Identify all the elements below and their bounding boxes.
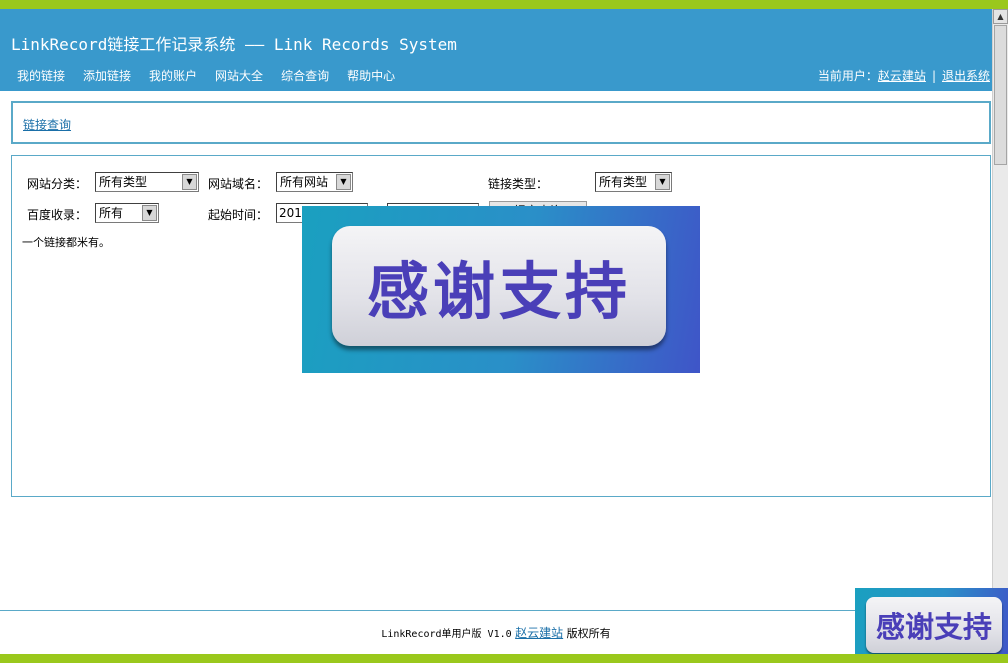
current-user-link[interactable]: 赵云建站 <box>878 69 926 83</box>
thanks-corner-text: 感谢支持 <box>875 610 992 644</box>
nav-item-search[interactable]: 综合查询 <box>281 67 329 84</box>
nav-item-add-link[interactable]: 添加链接 <box>83 67 131 84</box>
bottom-accent-bar <box>0 654 1008 663</box>
thanks-overlay-banner: 感谢支持 <box>302 206 700 373</box>
scrollbar-thumb[interactable] <box>994 25 1007 165</box>
thanks-overlay-text: 感谢支持 <box>366 255 631 328</box>
logout-link[interactable]: 退出系统 <box>942 69 990 83</box>
domain-select-value: 所有网站 <box>280 175 329 189</box>
top-accent-bar <box>0 0 1008 9</box>
domain-label: 网站域名： <box>208 177 269 191</box>
main-nav: 我的链接 添加链接 我的账户 网站大全 综合查询 帮助中心 <box>17 67 395 84</box>
user-separator: | <box>931 69 936 83</box>
nav-item-site-directory[interactable]: 网站大全 <box>215 67 263 84</box>
current-user-label: 当前用户： <box>817 69 878 83</box>
category-label: 网站分类： <box>27 177 88 191</box>
chevron-down-icon: ▼ <box>142 205 157 221</box>
link-type-select-value: 所有类型 <box>599 175 648 189</box>
empty-result-message: 一个链接都米有。 <box>22 236 110 249</box>
link-query-link[interactable]: 链接查询 <box>23 116 71 133</box>
footer-divider <box>0 610 992 611</box>
footer: LinkRecord单用户版 V1.0 赵云建站 版权所有 <box>0 624 992 641</box>
breadcrumb-panel: 链接查询 <box>11 101 991 144</box>
nav-item-help[interactable]: 帮助中心 <box>347 67 395 84</box>
baidu-index-select[interactable]: 所有 ▼ <box>95 203 159 223</box>
thanks-overlay-pill: 感谢支持 <box>332 226 666 346</box>
chevron-down-icon: ▼ <box>336 174 351 190</box>
thanks-corner-pill: 感谢支持 <box>866 597 1002 653</box>
nav-item-my-account[interactable]: 我的账户 <box>149 67 197 84</box>
scroll-up-arrow-icon[interactable]: ▲ <box>993 9 1008 24</box>
link-type-select[interactable]: 所有类型 ▼ <box>595 172 672 192</box>
vertical-scrollbar[interactable]: ▲ <box>992 9 1008 654</box>
start-time-label: 起始时间： <box>208 208 269 222</box>
footer-version-text: LinkRecord单用户版 V1.0 <box>381 629 512 640</box>
category-select[interactable]: 所有类型 ▼ <box>95 172 199 192</box>
domain-select[interactable]: 所有网站 ▼ <box>276 172 353 192</box>
chevron-down-icon: ▼ <box>655 174 670 190</box>
footer-copyright-text: 版权所有 <box>566 627 611 640</box>
app-title: LinkRecord链接工作记录系统 —— Link Records Syste… <box>11 35 457 54</box>
baidu-index-select-value: 所有 <box>99 206 124 220</box>
user-area: 当前用户：赵云建站 | 退出系统 <box>818 67 990 84</box>
category-select-value: 所有类型 <box>99 175 148 189</box>
footer-author-link[interactable]: 赵云建站 <box>515 626 563 640</box>
baidu-index-label: 百度收录： <box>27 208 88 222</box>
header: LinkRecord链接工作记录系统 —— Link Records Syste… <box>0 9 992 91</box>
chevron-down-icon: ▼ <box>182 174 197 190</box>
thanks-corner-badge: 感谢支持 <box>855 588 1008 663</box>
link-type-label: 链接类型： <box>488 177 549 191</box>
nav-item-my-links[interactable]: 我的链接 <box>17 67 65 84</box>
